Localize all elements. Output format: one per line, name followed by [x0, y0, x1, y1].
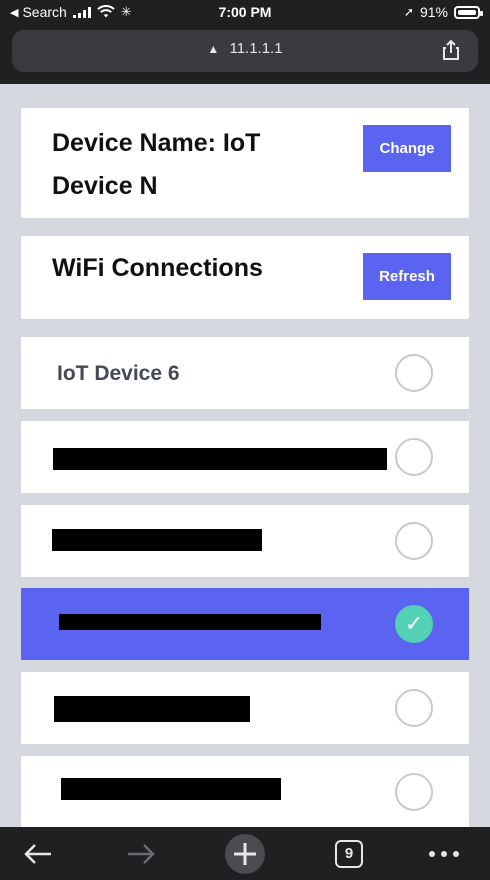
battery-icon — [454, 5, 483, 19]
redacted-network-name — [59, 614, 321, 630]
browser-toolbar: 9 — [0, 827, 490, 880]
radio-button[interactable] — [395, 689, 433, 727]
wifi-connections-title: WiFi Connections — [52, 254, 263, 282]
device-card: Device Name: IoT Device N Change — [21, 108, 469, 218]
network-item[interactable]: IoT Device 6 — [21, 337, 469, 409]
redacted-network-name — [61, 778, 281, 800]
device-name-title: Device Name: IoT Device N — [52, 129, 261, 200]
radio-button[interactable] — [395, 354, 433, 392]
url-display[interactable]: ▲ 11.1.1.1 — [12, 40, 478, 57]
network-item[interactable] — [21, 756, 469, 828]
url-text: 11.1.1.1 — [229, 40, 283, 57]
new-tab-button[interactable] — [223, 827, 267, 880]
network-item[interactable] — [21, 421, 469, 493]
radio-button[interactable] — [395, 438, 433, 476]
network-item-selected[interactable]: ✓ — [21, 588, 469, 660]
network-name: IoT Device 6 — [57, 362, 180, 385]
more-button[interactable] — [424, 827, 464, 880]
tab-count: 9 — [344, 845, 354, 862]
address-bar[interactable]: ▲ 11.1.1.1 — [12, 30, 478, 72]
arrow-left-icon — [24, 843, 51, 864]
browser-chrome-top: ◀ Search ✳ 7:00 PM ➚ 91% ▲ 11.1.1.1 — [0, 0, 490, 84]
change-button[interactable]: Change — [363, 125, 451, 172]
refresh-button[interactable]: Refresh — [363, 253, 451, 300]
selected-radio-button[interactable]: ✓ — [395, 605, 433, 643]
status-bar: ◀ Search ✳ 7:00 PM ➚ 91% — [0, 0, 490, 26]
share-icon[interactable] — [440, 39, 462, 61]
radio-button[interactable] — [395, 522, 433, 560]
tabs-button[interactable]: 9 — [331, 827, 367, 880]
wifi-card: WiFi Connections Refresh — [21, 236, 469, 319]
network-item[interactable] — [21, 672, 469, 744]
back-button[interactable] — [18, 827, 58, 880]
forward-button[interactable] — [121, 827, 161, 880]
checkmark-icon: ✓ — [404, 611, 424, 636]
more-dots-icon — [429, 850, 459, 857]
tabs-icon: 9 — [335, 839, 363, 868]
network-item[interactable] — [21, 505, 469, 577]
redacted-network-name — [52, 529, 262, 551]
redacted-network-name — [54, 696, 250, 722]
plus-icon — [225, 833, 265, 874]
status-right: ➚ 91% — [403, 4, 483, 20]
battery-percent: 91% — [419, 4, 448, 20]
warning-icon: ▲ — [207, 42, 220, 56]
arrow-right-icon — [128, 843, 155, 864]
redacted-network-name — [53, 448, 387, 470]
radio-button[interactable] — [395, 773, 433, 811]
location-arrow-icon: ➚ — [403, 5, 414, 19]
